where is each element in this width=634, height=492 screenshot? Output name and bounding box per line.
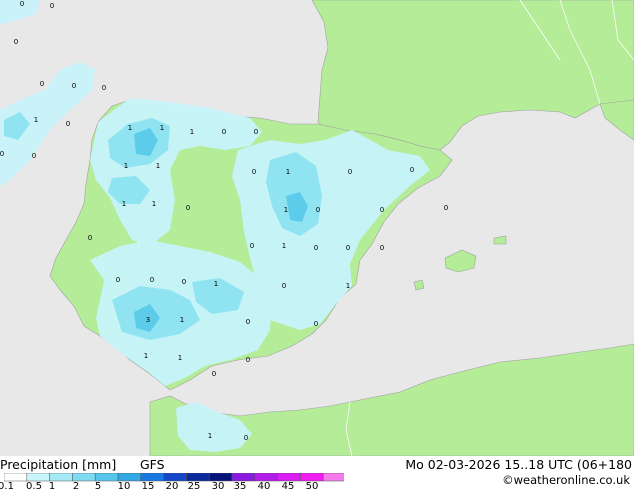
point-label: 0	[150, 276, 154, 284]
point-label: 1	[178, 354, 182, 362]
scale-tick-label: 1	[48, 481, 56, 492]
point-label: 0	[40, 80, 44, 88]
point-label: 1	[156, 162, 160, 170]
scale-swatch	[163, 473, 187, 482]
scale-swatch	[254, 473, 278, 482]
scale-swatch	[208, 473, 233, 482]
point-label: 0	[186, 204, 190, 212]
point-label: 0	[222, 128, 226, 136]
point-label: 0	[102, 84, 106, 92]
scale-tick-label: 15	[141, 481, 155, 492]
point-label: 1	[144, 352, 148, 360]
point-label: 0	[380, 244, 384, 252]
footer-title: Precipitation [mm]	[0, 457, 117, 472]
scale-tick-label: 0.1	[0, 481, 14, 492]
point-label: 1	[128, 124, 132, 132]
scale-swatch	[186, 473, 210, 482]
scale-swatch	[140, 473, 164, 482]
scale-swatch	[231, 473, 256, 482]
scale-swatch	[26, 473, 50, 482]
precipitation-map: 0 0 0 0 0 0 1 0 0 1 1 1 0 0 1 1 0 1 0 0 1 1 0 1 0 0 0 0 1 0 0 0 0 0 0 0 1 0 0 1…	[0, 0, 634, 456]
point-label: 1	[282, 242, 286, 250]
scale-swatch	[277, 473, 301, 482]
point-label: 1	[34, 116, 38, 124]
point-label: 0	[14, 38, 18, 46]
point-label: 0	[66, 120, 70, 128]
datetime: Mo 02-03-2026 15..18 UTC (06+180	[405, 457, 632, 472]
point-label: 0	[50, 2, 54, 10]
scale-tick-label: 20	[165, 481, 179, 492]
point-label: 0	[410, 166, 414, 174]
point-label: 1	[122, 200, 126, 208]
point-label: 0	[444, 204, 448, 212]
point-label: 0	[72, 82, 76, 90]
scale-tick-label: 50	[305, 481, 319, 492]
scale-tick-label: 35	[233, 481, 247, 492]
point-label: 0	[244, 434, 248, 442]
point-label: 0	[20, 0, 24, 8]
point-label: 1	[346, 282, 350, 290]
point-label: 0	[314, 320, 318, 328]
point-label: 1	[286, 168, 290, 176]
footer: Precipitation [mm] GFS Mo 02-03-2026 15.…	[0, 456, 634, 492]
point-label: 0	[32, 152, 36, 160]
scale-swatch	[300, 473, 324, 482]
scale-tick-label: 10	[117, 481, 131, 492]
scale-tick-label: 2	[72, 481, 80, 492]
scale-tick-label: 0.5	[26, 481, 42, 492]
scale-tick-label: 25	[187, 481, 201, 492]
point-label: 1	[124, 162, 128, 170]
scale-swatch	[49, 473, 73, 482]
point-label: 1	[190, 128, 194, 136]
point-label: 0	[252, 168, 256, 176]
scale-swatch	[117, 473, 142, 482]
credit: ©weatheronline.co.uk	[502, 473, 630, 487]
scale-swatch	[322, 473, 344, 482]
point-label: 0	[246, 318, 250, 326]
point-label: 0	[250, 242, 254, 250]
scale-swatch	[4, 473, 28, 482]
land-ibiza	[413, 279, 425, 291]
point-label: 0	[314, 244, 318, 252]
point-label: 1	[152, 200, 156, 208]
point-label: 1	[160, 124, 164, 132]
scale-tick-label: 5	[94, 481, 102, 492]
point-label: 1	[284, 206, 288, 214]
point-label: 0	[254, 128, 258, 136]
point-label: 0	[0, 150, 4, 158]
scale-tick-label: 30	[211, 481, 225, 492]
point-label: 0	[316, 206, 320, 214]
point-label: 0	[346, 244, 350, 252]
point-label: 0	[212, 370, 216, 378]
scale-tick-label: 45	[281, 481, 295, 492]
point-label: 0	[246, 356, 250, 364]
scale-swatch	[94, 473, 119, 482]
point-label: 0	[88, 234, 92, 242]
point-label: 3	[146, 316, 150, 324]
point-label: 0	[282, 282, 286, 290]
point-label: 0	[348, 168, 352, 176]
model-name: GFS	[140, 457, 165, 472]
point-label: 1	[208, 432, 212, 440]
point-label: 1	[180, 316, 184, 324]
scale-swatch	[72, 473, 96, 482]
point-label: 0	[182, 278, 186, 286]
point-label: 0	[380, 206, 384, 214]
point-label: 0	[116, 276, 120, 284]
scale-tick-label: 40	[257, 481, 271, 492]
point-label: 1	[214, 280, 218, 288]
